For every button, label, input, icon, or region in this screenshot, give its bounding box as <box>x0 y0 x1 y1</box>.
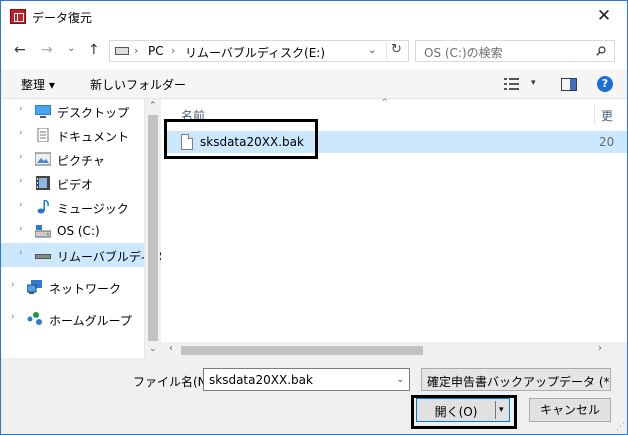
search-icon[interactable] <box>596 46 606 56</box>
sidebar-item-label: ビデオ <box>57 178 94 192</box>
breadcrumb-removable-disk[interactable]: リムーバブルディスク(E:) <box>185 44 325 61</box>
column-header-date[interactable]: 更 <box>601 107 613 124</box>
scroll-down-icon[interactable]: ⌄ <box>149 344 157 354</box>
file-icon <box>181 134 193 150</box>
view-options-dropdown[interactable]: ▾ <box>531 78 536 88</box>
title-bar: データ復元 ✕ <box>1 1 627 31</box>
breadcrumb-separator: › <box>171 44 176 57</box>
file-type-select[interactable]: 確定申告書バックアップデータ (*.bak) <box>421 368 611 391</box>
sidebar-item-music[interactable]: › ミュージック <box>1 195 144 219</box>
breadcrumb-pc[interactable]: PC <box>148 44 164 58</box>
expand-chevron-icon[interactable]: › <box>19 152 23 162</box>
window-title: データ復元 <box>32 11 93 25</box>
sidebar-item-homegroup[interactable]: › ホームグループ <box>1 307 144 331</box>
sidebar-item-label: ホームグループ <box>49 314 132 328</box>
sidebar-item-label: ネットワーク <box>49 282 122 296</box>
sidebar-item-documents[interactable]: › ドキュメント <box>1 123 144 147</box>
sidebar-item-label: OS (C:) <box>57 224 100 238</box>
cancel-button[interactable]: キャンセル <box>529 398 611 422</box>
organize-button[interactable]: 整理 ▾ <box>21 76 55 93</box>
expand-chevron-icon[interactable]: › <box>19 176 23 186</box>
scroll-left-icon[interactable]: ‹ <box>169 343 173 354</box>
up-button[interactable]: ↑ <box>88 42 100 58</box>
scrollbar-thumb[interactable] <box>181 346 423 355</box>
video-icon <box>36 176 50 190</box>
sort-indicator-icon: ^ <box>381 98 389 108</box>
command-toolbar: 整理 ▾ 新しいフォルダー ▾ ? <box>1 69 627 99</box>
refresh-button[interactable]: ↻ <box>386 42 406 60</box>
open-dropdown-icon[interactable]: ▾ <box>499 405 504 415</box>
sidebar-item-removable-disk[interactable]: › リムーバブルディスク <box>1 243 176 267</box>
app-icon <box>10 9 26 24</box>
address-row: ← → ⌄ ↑ › PC › リムーバブルディスク(E:) ⌄ ↻ OS (C:… <box>1 31 627 69</box>
sidebar-item-desktop[interactable]: › デスクトップ <box>1 99 144 123</box>
expand-chevron-icon[interactable]: › <box>19 200 23 210</box>
expand-chevron-icon[interactable]: › <box>11 280 15 290</box>
data-restore-dialog: データ復元 ✕ ← → ⌄ ↑ › PC › リムーバブルディスク(E:) ⌄ … <box>0 0 628 435</box>
scroll-right-icon[interactable]: › <box>598 343 602 354</box>
filename-dropdown-icon[interactable]: ⌄ <box>396 375 404 385</box>
navigation-pane-scrollbar[interactable]: ⌃ ⌄ <box>144 99 160 358</box>
forward-button[interactable]: → <box>41 42 53 58</box>
expand-chevron-icon[interactable]: › <box>19 224 23 234</box>
filename-value: sksdata20XX.bak <box>209 373 313 387</box>
sidebar-item-network[interactable]: › ネットワーク <box>1 275 144 299</box>
removable-disk-icon <box>35 254 51 259</box>
open-button[interactable]: 開く(O) ▾ <box>416 398 510 422</box>
address-dropdown-button[interactable]: ⌄ <box>368 45 376 56</box>
drive-icon <box>115 47 129 55</box>
search-placeholder: OS (C:)の検索 <box>424 46 503 60</box>
file-list: 名前 ^ 更 sksdata20XX.bak 20 <box>161 98 627 342</box>
back-button[interactable]: ← <box>14 42 26 58</box>
file-row[interactable]: sksdata20XX.bak 20 <box>167 131 627 153</box>
file-type-value: 確定申告書バックアップデータ (*.bak) <box>427 375 610 389</box>
file-list-horizontal-scrollbar[interactable]: ‹ › <box>161 342 627 358</box>
navigation-pane: › デスクトップ › ドキュメント › ピクチャ › ビデオ › ミュージック … <box>1 99 176 358</box>
sidebar-item-label: デスクトップ <box>57 106 130 120</box>
recent-locations-button[interactable]: ⌄ <box>67 43 75 54</box>
scrollbar-thumb[interactable] <box>148 115 158 341</box>
expand-chevron-icon[interactable]: › <box>19 128 23 138</box>
close-button[interactable]: ✕ <box>581 1 627 31</box>
os-drive-icon <box>35 225 51 238</box>
homegroup-icon <box>27 312 42 325</box>
new-folder-button[interactable]: 新しいフォルダー <box>90 76 186 93</box>
address-bar[interactable]: › PC › リムーバブルディスク(E:) ⌄ ↻ <box>109 40 409 62</box>
resize-grip-icon[interactable]: ⋰ <box>616 422 625 432</box>
expand-chevron-icon[interactable]: › <box>19 248 23 258</box>
network-icon <box>27 280 42 294</box>
search-input[interactable]: OS (C:)の検索 <box>415 40 615 62</box>
sidebar-item-videos[interactable]: › ビデオ <box>1 171 144 195</box>
expand-chevron-icon[interactable]: › <box>19 104 23 114</box>
column-header-name[interactable]: 名前 <box>181 107 205 124</box>
file-date: 20 <box>599 135 615 149</box>
desktop-icon <box>35 105 51 118</box>
open-button-label: 開く(O) <box>434 405 478 419</box>
sidebar-item-label: ピクチャ <box>57 154 105 168</box>
filename-field[interactable]: sksdata20XX.bak ⌄ <box>203 368 410 391</box>
expand-chevron-icon[interactable]: › <box>11 312 15 322</box>
open-button-divider <box>495 401 496 419</box>
document-icon <box>37 128 49 142</box>
view-options-icon[interactable] <box>504 78 519 90</box>
help-icon[interactable]: ? <box>597 76 613 92</box>
column-divider[interactable] <box>594 103 595 123</box>
sidebar-item-pictures[interactable]: › ピクチャ <box>1 147 144 171</box>
scroll-up-icon[interactable]: ⌃ <box>149 101 157 111</box>
pictures-icon <box>35 152 51 166</box>
preview-pane-icon[interactable] <box>561 78 577 91</box>
music-icon <box>37 200 49 214</box>
sidebar-item-label: ミュージック <box>57 202 129 216</box>
breadcrumb-separator: › <box>134 44 139 57</box>
dialog-footer: ファイル名(N): sksdata20XX.bak ⌄ 確定申告書バックアップデ… <box>1 358 627 434</box>
sidebar-item-label: ドキュメント <box>57 130 130 144</box>
sidebar-item-os-drive[interactable]: › OS (C:) <box>1 219 144 243</box>
file-name: sksdata20XX.bak <box>200 135 304 149</box>
